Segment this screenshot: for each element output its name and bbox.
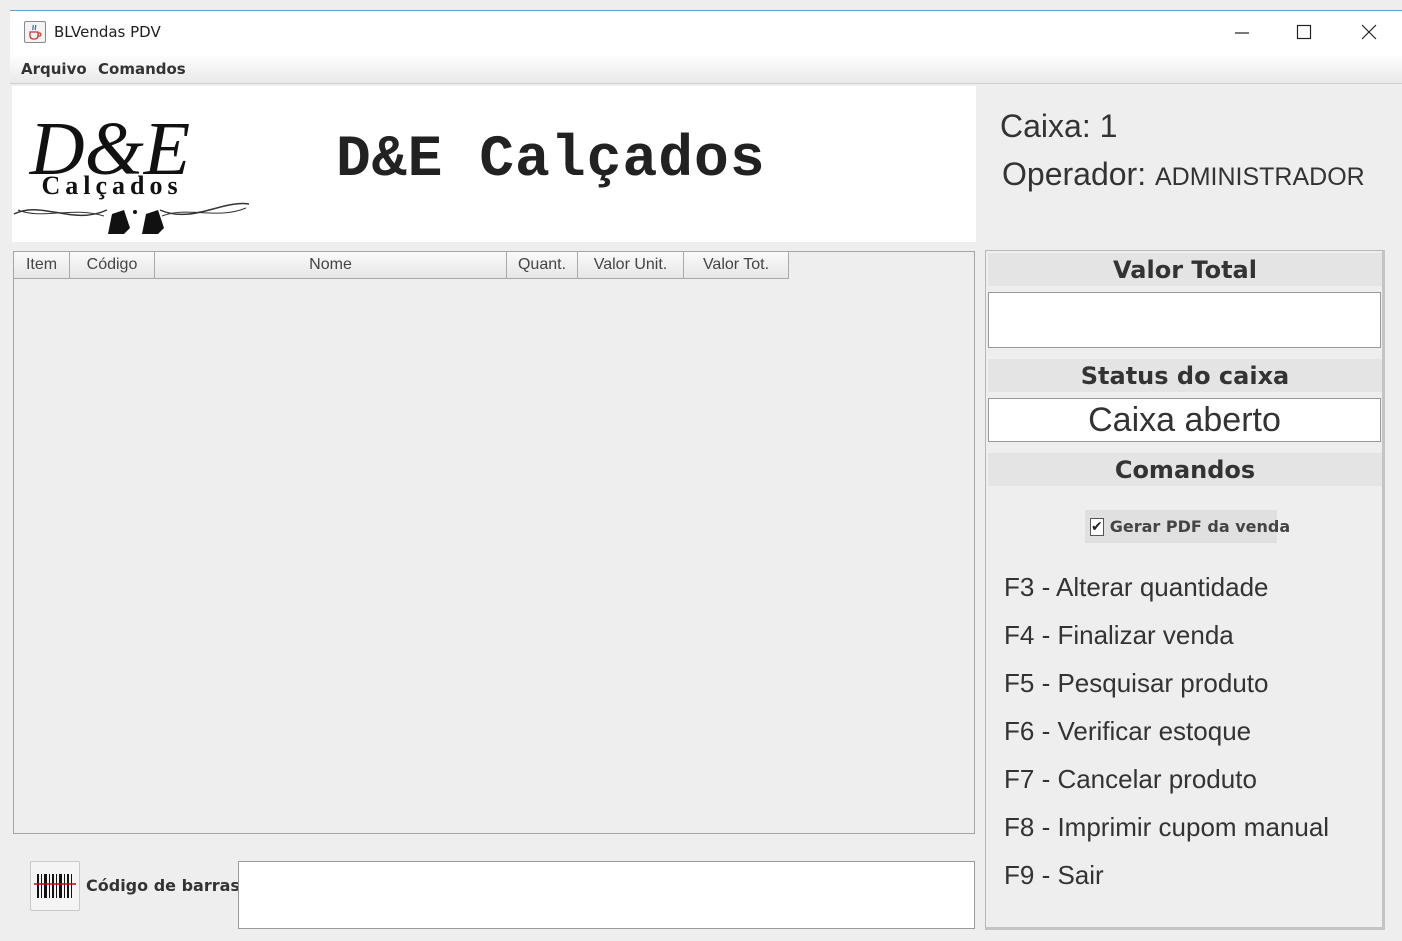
title-bar	[10, 10, 1402, 54]
valor-total-field	[988, 292, 1381, 348]
command-f4[interactable]: F4 - Finalizar venda	[1004, 618, 1234, 652]
command-f7[interactable]: F7 - Cancelar produto	[1004, 762, 1257, 796]
menu-comandos[interactable]: Comandos	[98, 58, 186, 80]
maximize-icon	[1296, 24, 1312, 40]
gerar-pdf-label: Gerar PDF da venda	[1109, 517, 1291, 536]
status-caixa-field: Caixa aberto	[988, 398, 1381, 442]
menu-bar	[10, 54, 1402, 84]
operador-value: ADMINISTRADOR	[1154, 163, 1365, 191]
operador-info: Operador: ADMINISTRADOR	[1002, 152, 1365, 199]
valor-total-label: Valor Total	[988, 253, 1382, 286]
minimize-icon	[1235, 32, 1249, 34]
column-header-nome[interactable]: Nome	[155, 252, 507, 279]
caixa-label: Caixa:	[1000, 108, 1091, 144]
command-f8[interactable]: F8 - Imprimir cupom manual	[1004, 810, 1329, 844]
barcode-input[interactable]	[238, 861, 975, 929]
column-header-codigo[interactable]: Código	[70, 252, 155, 279]
java-cup-icon	[24, 21, 46, 43]
menu-arquivo[interactable]: Arquivo	[21, 58, 87, 80]
window-title: BLVendas PDV	[54, 23, 161, 41]
command-f9[interactable]: F9 - Sair	[1004, 858, 1104, 892]
close-icon	[1361, 24, 1377, 40]
caixa-info: Caixa: 1	[1000, 104, 1117, 148]
shoe-logo-icon: D&E Calçados	[12, 88, 252, 240]
column-header-quant[interactable]: Quant.	[507, 252, 578, 279]
items-table[interactable]	[13, 251, 975, 834]
caixa-value: 1	[1099, 108, 1118, 144]
comandos-label: Comandos	[988, 453, 1382, 486]
command-f3[interactable]: F3 - Alterar quantidade	[1004, 570, 1269, 604]
checkbox-check-icon[interactable]: ✔	[1090, 517, 1104, 536]
minimize-button[interactable]	[1210, 14, 1274, 50]
table-header: Item Código Nome Quant. Valor Unit. Valo…	[14, 252, 789, 279]
command-f5[interactable]: F5 - Pesquisar produto	[1004, 666, 1268, 700]
barcode-icon	[30, 861, 80, 911]
status-caixa-label: Status do caixa	[988, 359, 1382, 392]
maximize-button[interactable]	[1272, 14, 1336, 50]
logo-bottom-text: Calçados	[41, 171, 182, 200]
barcode-label: Código de barras	[86, 876, 240, 895]
column-header-valor-tot[interactable]: Valor Tot.	[684, 252, 789, 279]
store-title: D&E Calçados	[336, 128, 766, 193]
close-button[interactable]	[1337, 14, 1401, 50]
column-header-valor-unit[interactable]: Valor Unit.	[578, 252, 684, 279]
gerar-pdf-checkbox[interactable]: ✔ Gerar PDF da venda	[1085, 510, 1290, 543]
column-header-item[interactable]: Item	[14, 252, 70, 279]
command-f6[interactable]: F6 - Verificar estoque	[1004, 714, 1251, 748]
operador-label: Operador:	[1002, 156, 1147, 192]
